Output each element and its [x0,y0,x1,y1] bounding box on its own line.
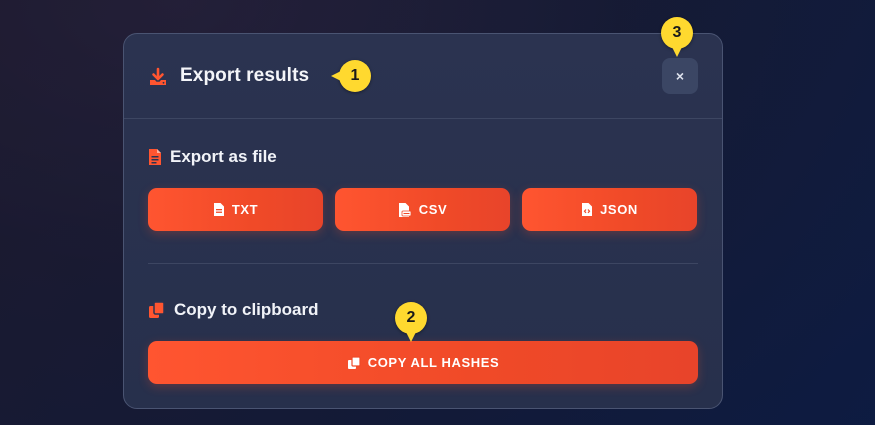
modal-title: Export results [180,65,310,86]
file-code-icon [582,203,593,216]
file-text-icon [213,203,224,216]
section-divider [148,263,698,264]
button-label: CSV [418,202,448,217]
callout-marker-3: 3 [661,17,693,57]
copy-icon [149,301,165,318]
export-txt-button[interactable]: TXT [148,188,323,231]
button-label: TXT [231,202,259,217]
download-icon [148,67,168,87]
clipboard-section-label: Copy to clipboard [148,300,319,320]
export-json-button[interactable]: JSON [522,188,697,231]
close-button[interactable]: × [662,58,698,94]
section-label-text: Export as file [170,147,277,166]
copy-all-hashes-button[interactable]: COPY ALL HASHES [148,341,698,384]
callout-marker-2: 2 [395,302,427,342]
export-modal: Export results × Export as file TXT CSV [123,33,723,409]
close-icon: × [675,68,685,84]
section-label-text: Copy to clipboard [174,300,319,319]
export-csv-button[interactable]: CSV [335,188,510,231]
button-label: COPY ALL HASHES [367,355,500,370]
export-file-section-label: Export as file [148,147,277,167]
modal-header: Export results × [124,34,722,119]
file-icon [149,149,161,165]
file-csv-icon [398,202,412,217]
copy-icon [347,355,361,369]
button-label: JSON [600,202,638,217]
callout-marker-1: 1 [331,60,371,92]
